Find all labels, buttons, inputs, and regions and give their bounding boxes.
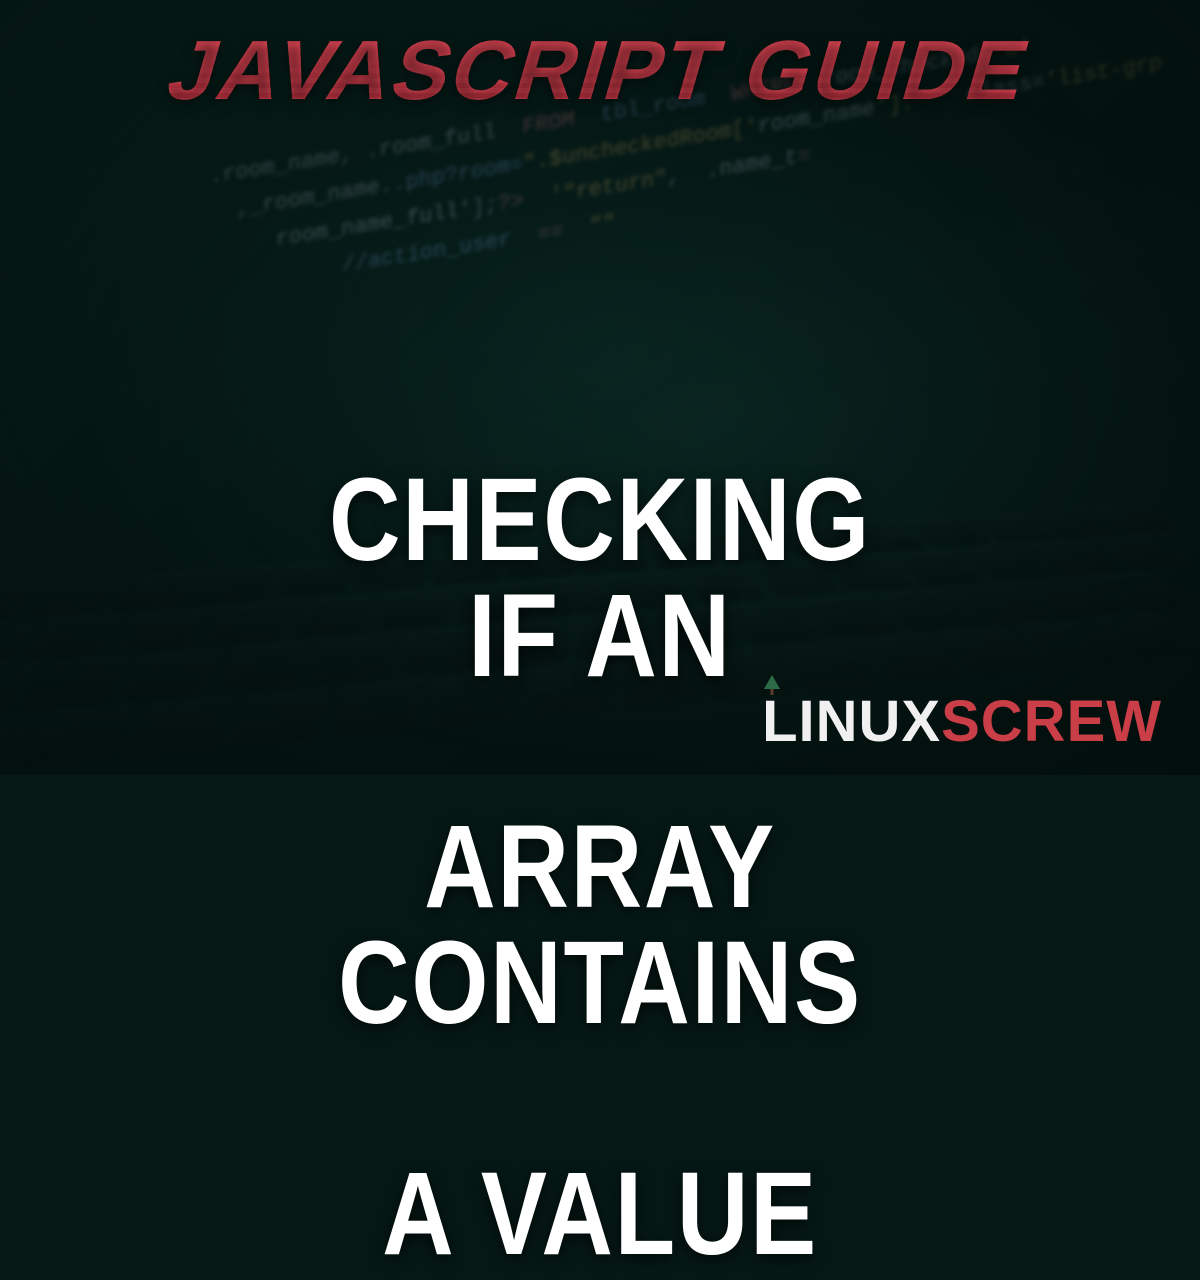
title-text: JAVASCRIPT GUIDE (159, 28, 1040, 112)
title-container: JAVASCRIPT GUIDE (159, 28, 1040, 112)
logo-text-screw: SCREW (941, 693, 1162, 751)
subtitle-line-2: ARRAY CONTAINS (338, 801, 862, 1049)
subtitle-line-3: A VALUE (382, 1148, 818, 1280)
logo-text-inux: INUX (799, 693, 942, 751)
linuxscrew-logo: L INUXSCREW (762, 693, 1162, 751)
tree-icon (764, 675, 780, 695)
logo-letter-l: L (762, 689, 798, 754)
subtitle-line-1: CHECKING IF AN (329, 454, 871, 702)
